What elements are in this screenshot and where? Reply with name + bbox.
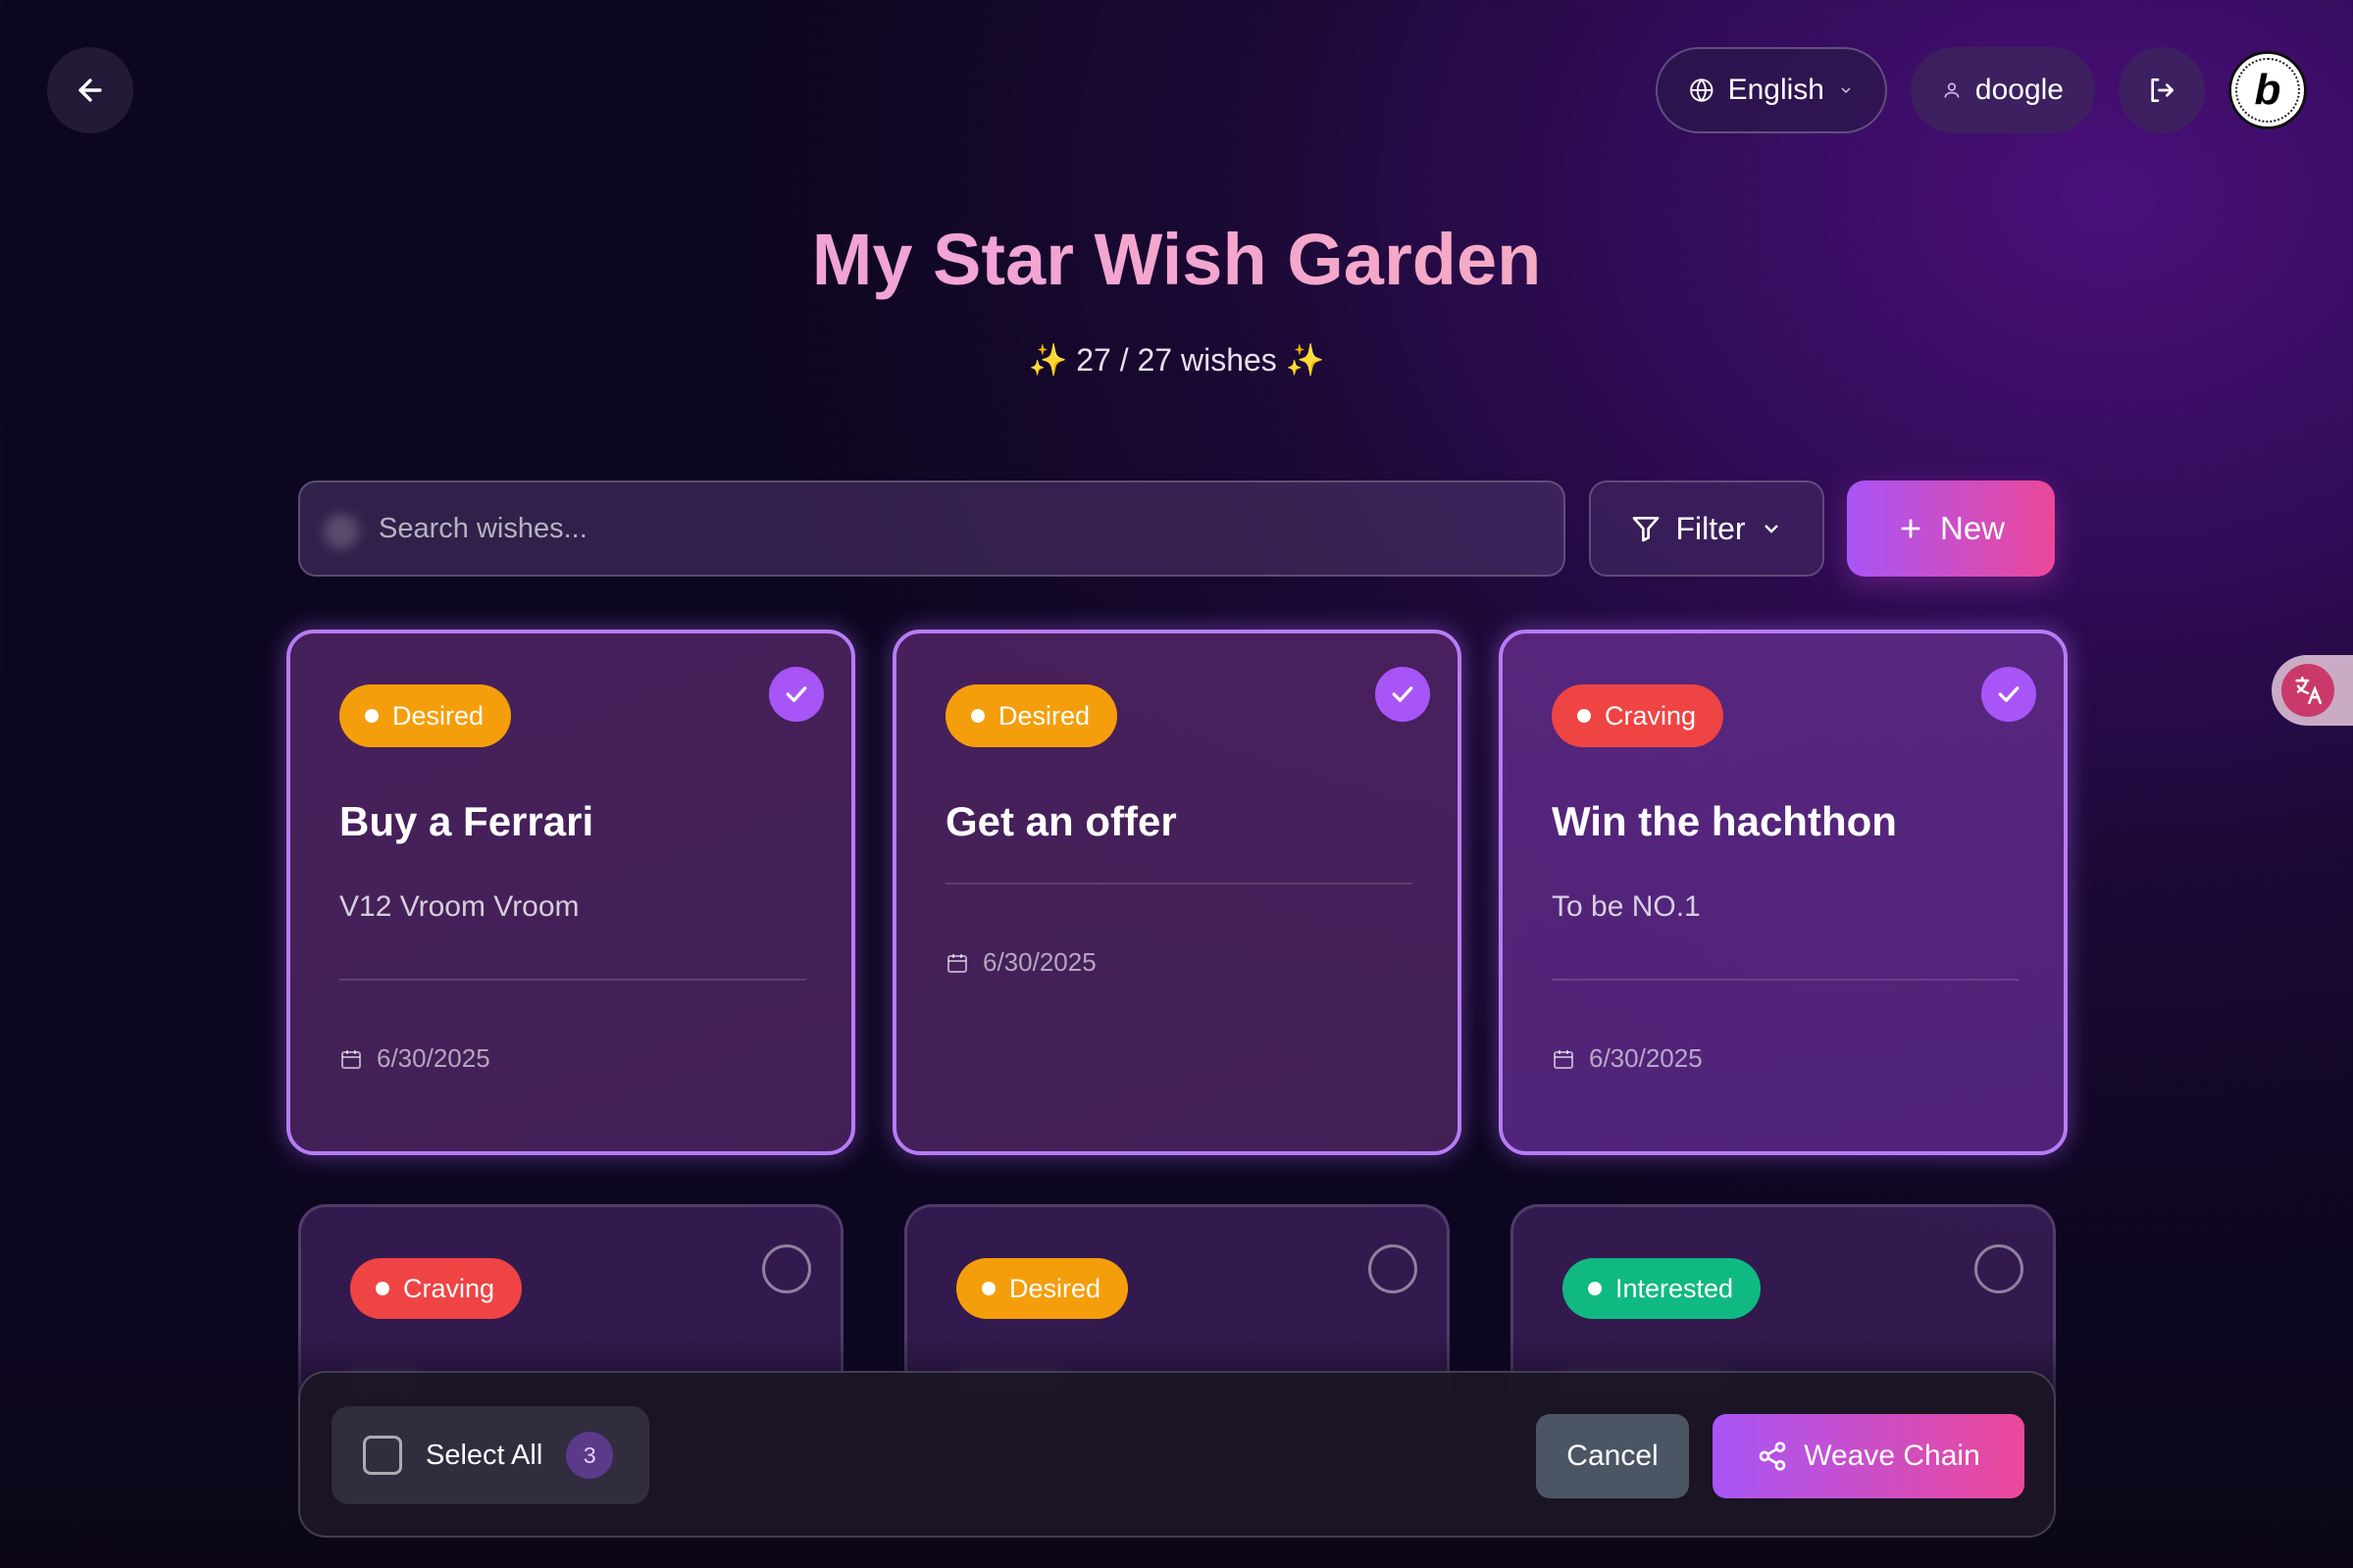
status-label: Desired: [1009, 1273, 1101, 1303]
status-label: Desired: [998, 700, 1091, 731]
translate-icon: [2281, 664, 2334, 717]
bolt-badge-logo[interactable]: b: [2228, 51, 2307, 129]
user-name: doogle: [1974, 74, 2064, 106]
chevron-down-icon: [1841, 87, 1851, 94]
search-icon: [324, 514, 359, 549]
wish-date: 6/30/2025: [946, 947, 1097, 978]
wish-title: Buy a Ferrari: [339, 798, 594, 844]
selected-check[interactable]: [1375, 667, 1430, 722]
arrow-left-icon: [78, 78, 102, 102]
user-icon: [1944, 82, 1960, 98]
weave-chain-button[interactable]: Weave Chain: [1713, 1414, 2024, 1498]
status-dot: [982, 1282, 996, 1295]
wish-date: 6/30/2025: [1552, 1043, 1703, 1074]
share-nodes-icon: [1759, 1442, 1786, 1471]
check-icon: [1392, 686, 1413, 702]
status-dot: [376, 1282, 389, 1295]
user-profile-button[interactable]: doogle: [1911, 47, 2095, 133]
funnel-icon: [1633, 517, 1660, 542]
wish-date: 6/30/2025: [339, 1043, 490, 1074]
wish-card[interactable]: Craving Win the hachthon To be NO.1 6/30…: [1499, 630, 2068, 1155]
back-button[interactable]: [47, 47, 133, 133]
unselected-check[interactable]: [762, 1244, 811, 1293]
wish-count: ✨ 27 / 27 wishes ✨: [1028, 342, 1325, 378]
new-wish-button[interactable]: New: [1847, 481, 2055, 577]
wish-description: V12 Vroom Vroom: [339, 890, 580, 923]
calendar-icon: [341, 1049, 361, 1069]
chevron-down-icon: [1764, 525, 1778, 533]
selected-check[interactable]: [769, 667, 824, 722]
selected-check[interactable]: [1981, 667, 2036, 722]
calendar-icon: [1554, 1049, 1573, 1069]
select-all-button[interactable]: Select All 3: [332, 1406, 649, 1504]
page-title: My Star Wish Garden: [0, 218, 2353, 301]
selection-action-bar: Select All 3 Cancel Weave Chain: [298, 1371, 2056, 1538]
status-dot: [971, 709, 985, 723]
status-badge: Interested: [1562, 1258, 1762, 1319]
logout-icon: [2151, 78, 2174, 102]
status-label: Desired: [392, 700, 485, 731]
card-divider: [946, 883, 1412, 885]
wish-title: Get an offer: [946, 798, 1177, 844]
check-icon: [1998, 686, 2020, 702]
translate-side-tab[interactable]: [2272, 655, 2353, 726]
search-box[interactable]: Search wishes...: [298, 481, 1565, 577]
new-label: New: [1939, 510, 2006, 546]
card-divider: [339, 979, 806, 981]
filter-label: Filter: [1675, 510, 1746, 546]
cancel-button[interactable]: Cancel: [1536, 1414, 1689, 1498]
status-dot: [1588, 1282, 1602, 1295]
weave-chain-label: Weave Chain: [1804, 1440, 1980, 1472]
status-label: Interested: [1615, 1273, 1734, 1303]
status-badge: Desired: [339, 684, 512, 747]
select-all-label: Select All: [426, 1439, 543, 1471]
status-badge: Craving: [350, 1258, 523, 1319]
language-label: English: [1727, 74, 1824, 106]
plus-icon: [1901, 519, 1920, 538]
card-divider: [1552, 979, 2019, 981]
calendar-icon: [947, 953, 967, 973]
status-dot: [1577, 709, 1591, 723]
globe-icon: [1690, 77, 1714, 103]
check-icon: [786, 686, 807, 702]
status-badge: Desired: [946, 684, 1118, 747]
select-all-checkbox[interactable]: [363, 1436, 402, 1475]
unselected-check[interactable]: [1368, 1244, 1417, 1293]
logout-button[interactable]: [2119, 47, 2205, 133]
status-dot: [365, 709, 379, 723]
filter-button[interactable]: Filter: [1589, 481, 1824, 577]
search-input[interactable]: Search wishes...: [379, 513, 588, 545]
selected-count-badge: 3: [566, 1432, 614, 1479]
wish-title: Win the hachthon: [1552, 798, 1897, 844]
status-badge: Desired: [956, 1258, 1129, 1319]
wish-card[interactable]: Desired Get an offer 6/30/2025: [893, 630, 1461, 1155]
language-selector[interactable]: English: [1656, 47, 1887, 133]
status-badge: Craving: [1552, 684, 1724, 747]
status-label: Craving: [1605, 700, 1697, 731]
wish-card[interactable]: Desired Buy a Ferrari V12 Vroom Vroom 6/…: [286, 630, 855, 1155]
status-label: Craving: [403, 1273, 495, 1303]
unselected-check[interactable]: [1974, 1244, 2023, 1293]
wish-description: To be NO.1: [1552, 890, 1701, 923]
